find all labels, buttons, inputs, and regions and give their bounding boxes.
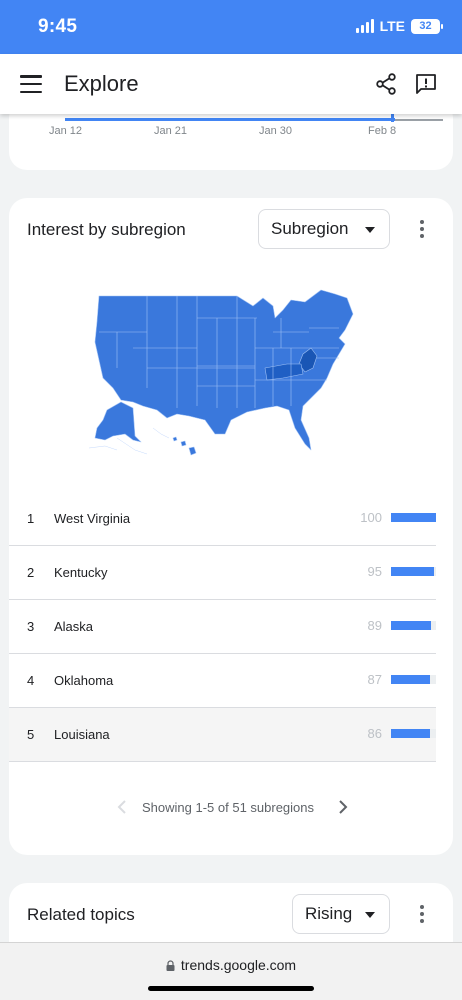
row-subregion-name: Louisiana <box>54 727 110 742</box>
status-indicators: LTE 32 <box>355 18 443 34</box>
timeline-date-label: Feb 8 <box>368 125 397 137</box>
chevron-left-icon[interactable] <box>114 798 130 816</box>
table-row[interactable]: 2 Kentucky 95 <box>9 546 436 600</box>
battery-level: 32 <box>419 20 432 32</box>
card-title: Related topics <box>27 905 135 924</box>
interest-bar-fill <box>391 513 436 522</box>
status-bar: 9:45 LTE 32 <box>0 0 462 54</box>
row-subregion-name: Kentucky <box>54 565 108 580</box>
signal-icon <box>355 19 374 33</box>
page-title: Explore <box>64 71 139 96</box>
timeline-date-label: Jan 30 <box>259 125 293 137</box>
pagination: Showing 1-5 of 51 subregions <box>9 796 453 820</box>
dropdown-label: Rising <box>305 904 353 923</box>
app-bar: Explore <box>0 54 462 114</box>
interest-bar-fill <box>391 567 434 576</box>
timeline-series-line <box>65 118 395 121</box>
battery-icon: 32 <box>411 18 443 34</box>
table-row[interactable]: 4 Oklahoma 87 <box>9 654 436 708</box>
map-state-alaska <box>94 401 142 443</box>
network-label: LTE <box>379 18 405 34</box>
more-vert-icon[interactable] <box>413 902 431 926</box>
card-title: Interest by subregion <box>27 220 186 239</box>
lock-icon <box>166 959 175 971</box>
row-interest-value: 95 <box>367 564 382 579</box>
url-text: trends.google.com <box>180 957 297 973</box>
row-rank: 3 <box>27 619 35 634</box>
more-vert-icon[interactable] <box>413 217 431 241</box>
browser-url-bar[interactable]: trends.google.com <box>0 942 462 1000</box>
row-rank: 1 <box>27 511 35 526</box>
caret-down-icon <box>365 227 375 233</box>
rising-dropdown[interactable]: Rising <box>292 894 390 934</box>
row-rank: 5 <box>27 727 35 742</box>
timeline-date-label: Jan 21 <box>154 125 188 137</box>
pagination-status: Showing 1-5 of 51 subregions <box>142 800 315 815</box>
row-subregion-name: Alaska <box>54 619 94 634</box>
row-subregion-name: West Virginia <box>54 511 131 526</box>
chevron-right-icon[interactable] <box>335 798 351 816</box>
map-state-hawaii <box>172 436 197 456</box>
row-subregion-name: Oklahoma <box>54 673 114 688</box>
row-interest-value: 100 <box>360 510 382 525</box>
row-interest-value: 89 <box>367 618 382 633</box>
interest-bar <box>391 675 436 684</box>
interest-bar-fill <box>391 621 432 630</box>
subregion-dropdown[interactable]: Subregion <box>258 209 390 249</box>
table-row[interactable]: 1 West Virginia 100 <box>9 492 436 546</box>
share-icon[interactable] <box>374 72 398 96</box>
table-row[interactable]: 5 Louisiana 86 <box>9 708 436 762</box>
table-row[interactable]: 3 Alaska 89 <box>9 600 436 654</box>
interest-bar-fill <box>391 729 430 738</box>
us-subregion-map[interactable] <box>77 288 383 463</box>
row-rank: 4 <box>27 673 35 688</box>
dropdown-label: Subregion <box>271 219 349 238</box>
row-interest-value: 87 <box>367 672 382 687</box>
feedback-icon[interactable] <box>414 72 438 96</box>
interest-bar <box>391 513 436 522</box>
timeline-date-label: Jan 12 <box>49 125 83 137</box>
interest-bar <box>391 567 436 576</box>
caret-down-icon <box>365 912 375 918</box>
home-indicator[interactable] <box>148 986 314 991</box>
row-rank: 2 <box>27 565 35 580</box>
row-interest-value: 86 <box>367 726 382 741</box>
interest-bar <box>391 729 436 738</box>
status-time: 9:45 <box>38 16 78 37</box>
interest-bar <box>391 621 436 630</box>
menu-icon[interactable] <box>19 72 43 96</box>
interest-bar-fill <box>391 675 431 684</box>
interest-by-subregion-card: Interest by subregion Subregion 1 West V… <box>9 198 453 855</box>
